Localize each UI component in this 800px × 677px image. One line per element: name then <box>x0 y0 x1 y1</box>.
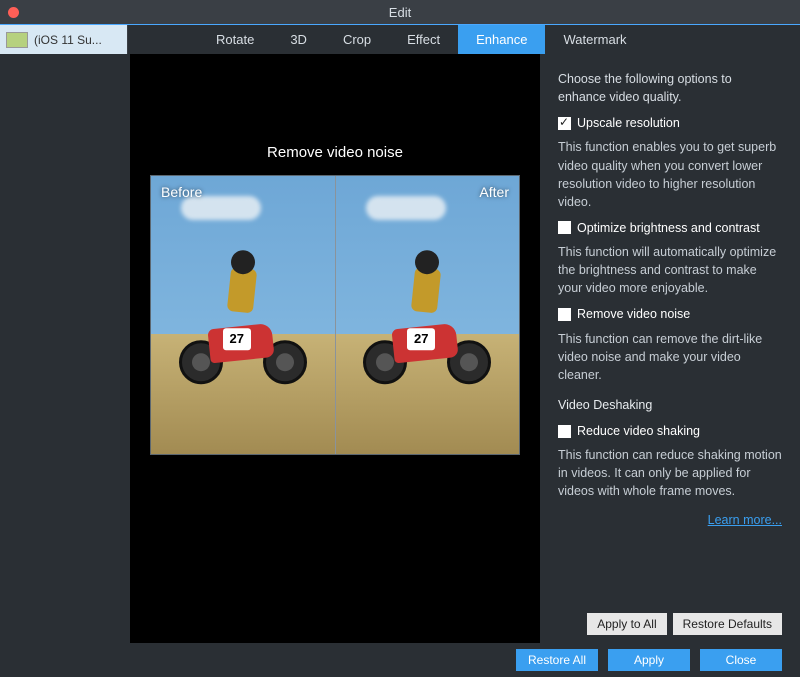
noise-label[interactable]: Remove video noise <box>558 305 782 323</box>
brightness-desc: This function will automatically optimiz… <box>558 243 782 297</box>
tab-watermark[interactable]: Watermark <box>545 25 644 54</box>
apply-button[interactable]: Apply <box>608 649 690 671</box>
options-panel: Choose the following options to enhance … <box>540 54 800 643</box>
left-gutter <box>0 54 130 643</box>
window-title: Edit <box>0 5 800 20</box>
noise-desc: This function can remove the dirt-like v… <box>558 330 782 384</box>
checkbox-text: Upscale resolution <box>577 114 680 132</box>
upscale-checkbox[interactable] <box>558 117 571 130</box>
tab-label: Effect <box>407 32 440 47</box>
number-plate: 27 <box>223 329 251 351</box>
preview-column: Remove video noise 27 Before 27 <box>130 54 540 643</box>
learn-more-link[interactable]: Learn more... <box>558 511 782 529</box>
upscale-desc: This function enables you to get superb … <box>558 138 782 211</box>
main-area: Remove video noise 27 Before 27 <box>0 54 800 643</box>
deshake-heading: Video Deshaking <box>558 396 782 414</box>
tab-enhance[interactable]: Enhance <box>458 25 545 54</box>
option-upscale: Upscale resolution This function enables… <box>558 114 782 211</box>
footer-bar: Restore All Apply Close <box>0 643 800 677</box>
number-plate: 27 <box>407 329 435 351</box>
apply-to-all-button[interactable]: Apply to All <box>587 613 666 635</box>
tab-crop[interactable]: Crop <box>325 25 389 54</box>
deshake-checkbox[interactable] <box>558 425 571 438</box>
after-label: After <box>479 184 509 200</box>
file-tab[interactable]: (iOS 11 Su... <box>0 25 128 54</box>
brightness-label[interactable]: Optimize brightness and contrast <box>558 219 782 237</box>
option-noise: Remove video noise This function can rem… <box>558 305 782 384</box>
tab-label: 3D <box>290 32 307 47</box>
tab-label: Enhance <box>476 32 527 47</box>
upscale-label[interactable]: Upscale resolution <box>558 114 782 132</box>
tab-effect[interactable]: Effect <box>389 25 458 54</box>
file-tab-label: (iOS 11 Su... <box>34 33 121 47</box>
deshake-label[interactable]: Reduce video shaking <box>558 422 782 440</box>
preview-after: 27 After <box>335 176 520 454</box>
checkbox-text: Reduce video shaking <box>577 422 700 440</box>
preview-title: Remove video noise <box>267 144 403 161</box>
restore-defaults-button[interactable]: Restore Defaults <box>673 613 782 635</box>
panel-buttons: Apply to All Restore Defaults <box>558 613 782 635</box>
restore-all-button[interactable]: Restore All <box>516 649 598 671</box>
tab-label: Rotate <box>216 32 254 47</box>
option-deshake: Reduce video shaking This function can r… <box>558 422 782 501</box>
checkbox-text: Optimize brightness and contrast <box>577 219 760 237</box>
titlebar: Edit <box>0 0 800 24</box>
preview-frame: 27 Before 27 After <box>150 175 520 455</box>
brightness-checkbox[interactable] <box>558 221 571 234</box>
tab-label: Crop <box>343 32 371 47</box>
before-label: Before <box>161 184 202 200</box>
noise-checkbox[interactable] <box>558 308 571 321</box>
tab-label: Watermark <box>563 32 626 47</box>
option-brightness: Optimize brightness and contrast This fu… <box>558 219 782 298</box>
deshake-desc: This function can reduce shaking motion … <box>558 446 782 500</box>
top-strip: (iOS 11 Su... Rotate 3D Crop Effect Enha… <box>0 24 800 54</box>
file-thumbnail <box>6 32 28 48</box>
tab-3d[interactable]: 3D <box>272 25 325 54</box>
panel-intro: Choose the following options to enhance … <box>558 70 782 106</box>
preview-before: 27 Before <box>151 176 335 454</box>
checkbox-text: Remove video noise <box>577 305 690 323</box>
close-button[interactable]: Close <box>700 649 782 671</box>
tab-bar: Rotate 3D Crop Effect Enhance Watermark <box>128 25 800 54</box>
tab-rotate[interactable]: Rotate <box>198 25 272 54</box>
